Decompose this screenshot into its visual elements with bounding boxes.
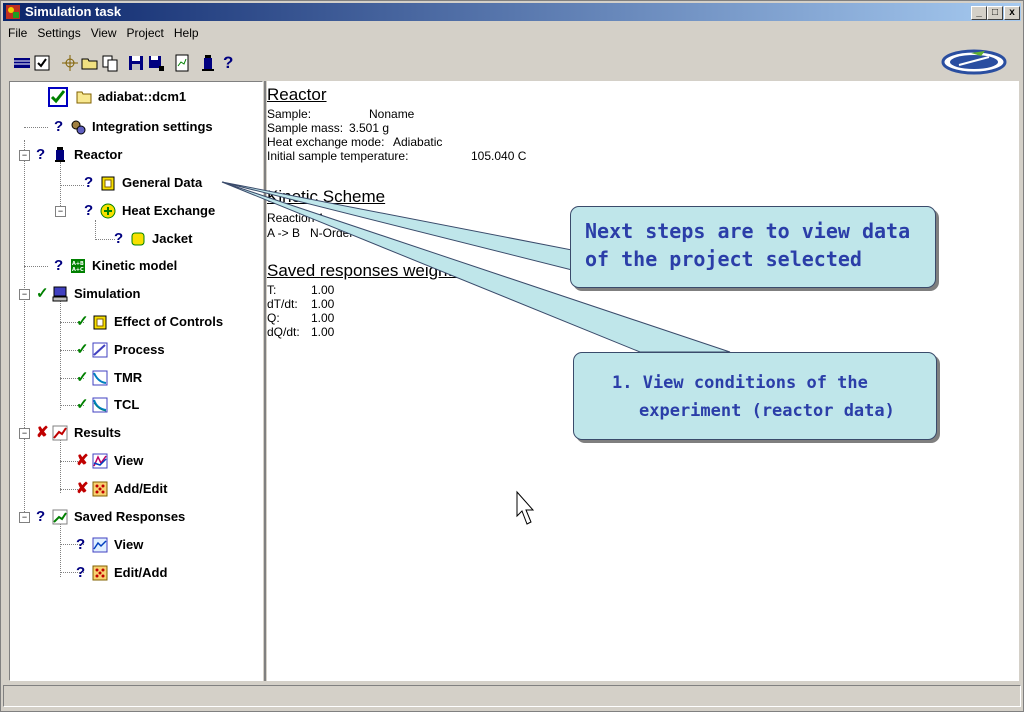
- callout-step-1: 1. View conditions of the experiment (re…: [573, 352, 937, 440]
- callout-step-1-line1: 1. View conditions of the: [612, 373, 868, 393]
- callout-next-steps-line1: Next steps are to view data: [585, 219, 911, 243]
- callout-step-1-line2: experiment (reactor data): [639, 401, 895, 421]
- callout-next-steps: Next steps are to view data of the proje…: [570, 206, 936, 288]
- mouse-cursor-icon: [516, 490, 535, 525]
- callout-next-steps-line2: of the project selected: [585, 247, 862, 271]
